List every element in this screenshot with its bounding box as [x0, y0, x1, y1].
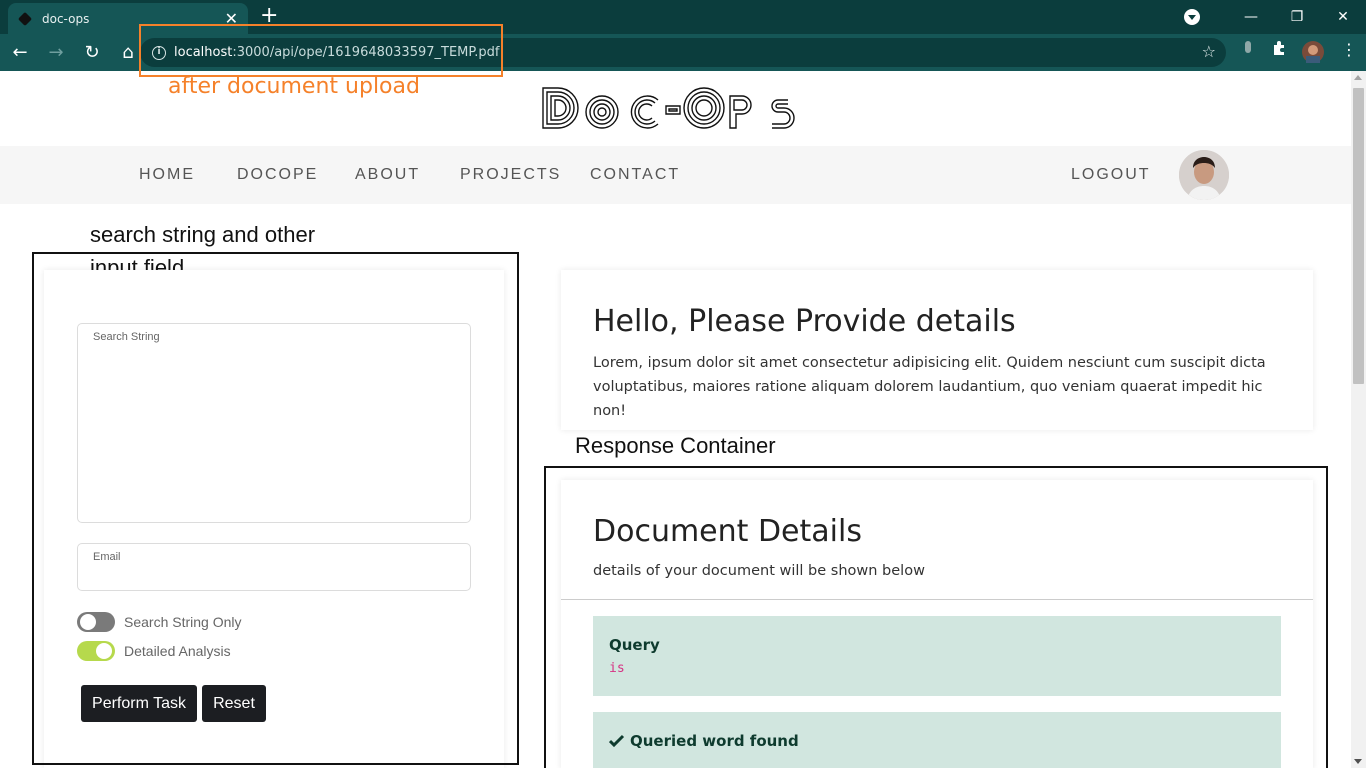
email-label: Email — [93, 551, 121, 563]
nav-logout[interactable]: LOGOUT — [1071, 166, 1151, 184]
close-window-button[interactable]: ✕ — [1320, 9, 1366, 25]
window-controls: — ❐ ✕ — [1184, 0, 1366, 34]
nav-contact[interactable]: CONTACT — [590, 166, 680, 184]
bookmark-star-icon[interactable]: ☆ — [1202, 42, 1216, 61]
site-navbar: HOME DOCOPE ABOUT PROJECTS CONTACT LOGOU… — [0, 146, 1351, 204]
extension-icon[interactable] — [1243, 40, 1253, 58]
nav-home[interactable]: HOME — [139, 166, 195, 184]
scroll-down-icon[interactable] — [1354, 759, 1362, 764]
response-annotation-label: Response Container — [575, 433, 776, 458]
hello-heading: Hello, Please Provide details — [593, 304, 1016, 339]
reset-button[interactable]: Reset — [202, 685, 266, 722]
url-annotation-box — [139, 24, 503, 77]
search-only-label: Search String Only — [124, 614, 242, 630]
back-button[interactable]: ← — [4, 42, 36, 63]
site-logo[interactable] — [540, 84, 810, 132]
detailed-analysis-toggle-row: Detailed Analysis — [77, 641, 231, 661]
site-favicon-icon — [17, 11, 33, 26]
extensions-puzzle-icon[interactable] — [1271, 40, 1287, 60]
detailed-analysis-toggle[interactable] — [77, 641, 115, 661]
response-annotation-frame — [544, 466, 1328, 768]
profile-avatar-icon[interactable] — [1302, 41, 1324, 67]
nav-projects[interactable]: PROJECTS — [460, 166, 561, 184]
email-field[interactable]: Email — [77, 543, 471, 591]
nav-docope[interactable]: DOCOPE — [237, 166, 318, 184]
user-avatar[interactable] — [1179, 150, 1229, 200]
forward-button[interactable]: → — [40, 42, 72, 63]
detailed-analysis-label: Detailed Analysis — [124, 643, 231, 659]
perform-task-button[interactable]: Perform Task — [81, 685, 197, 722]
scrollbar-thumb[interactable] — [1353, 88, 1364, 384]
search-only-toggle-row: Search String Only — [77, 612, 242, 632]
minimize-button[interactable]: — — [1228, 9, 1274, 25]
scroll-up-icon[interactable] — [1354, 75, 1362, 80]
search-string-label: Search String — [93, 331, 160, 343]
browser-menu-icon[interactable]: ⋮ — [1341, 40, 1357, 59]
hello-text: Lorem, ipsum dolor sit amet consectetur … — [593, 355, 1266, 419]
page-scrollbar[interactable] — [1351, 71, 1366, 768]
search-string-textarea[interactable]: Search String — [77, 323, 471, 523]
left-annotation-line1: search string and other — [90, 222, 316, 247]
search-only-toggle[interactable] — [77, 612, 115, 632]
reload-button[interactable]: ↻ — [76, 42, 108, 63]
restore-button[interactable]: ❐ — [1274, 9, 1320, 25]
nav-about[interactable]: ABOUT — [355, 166, 420, 184]
hello-card: Hello, Please Provide details Lorem, ips… — [561, 270, 1313, 430]
url-annotation-label: after document upload — [168, 74, 420, 99]
tab-search-icon[interactable] — [1184, 9, 1200, 25]
